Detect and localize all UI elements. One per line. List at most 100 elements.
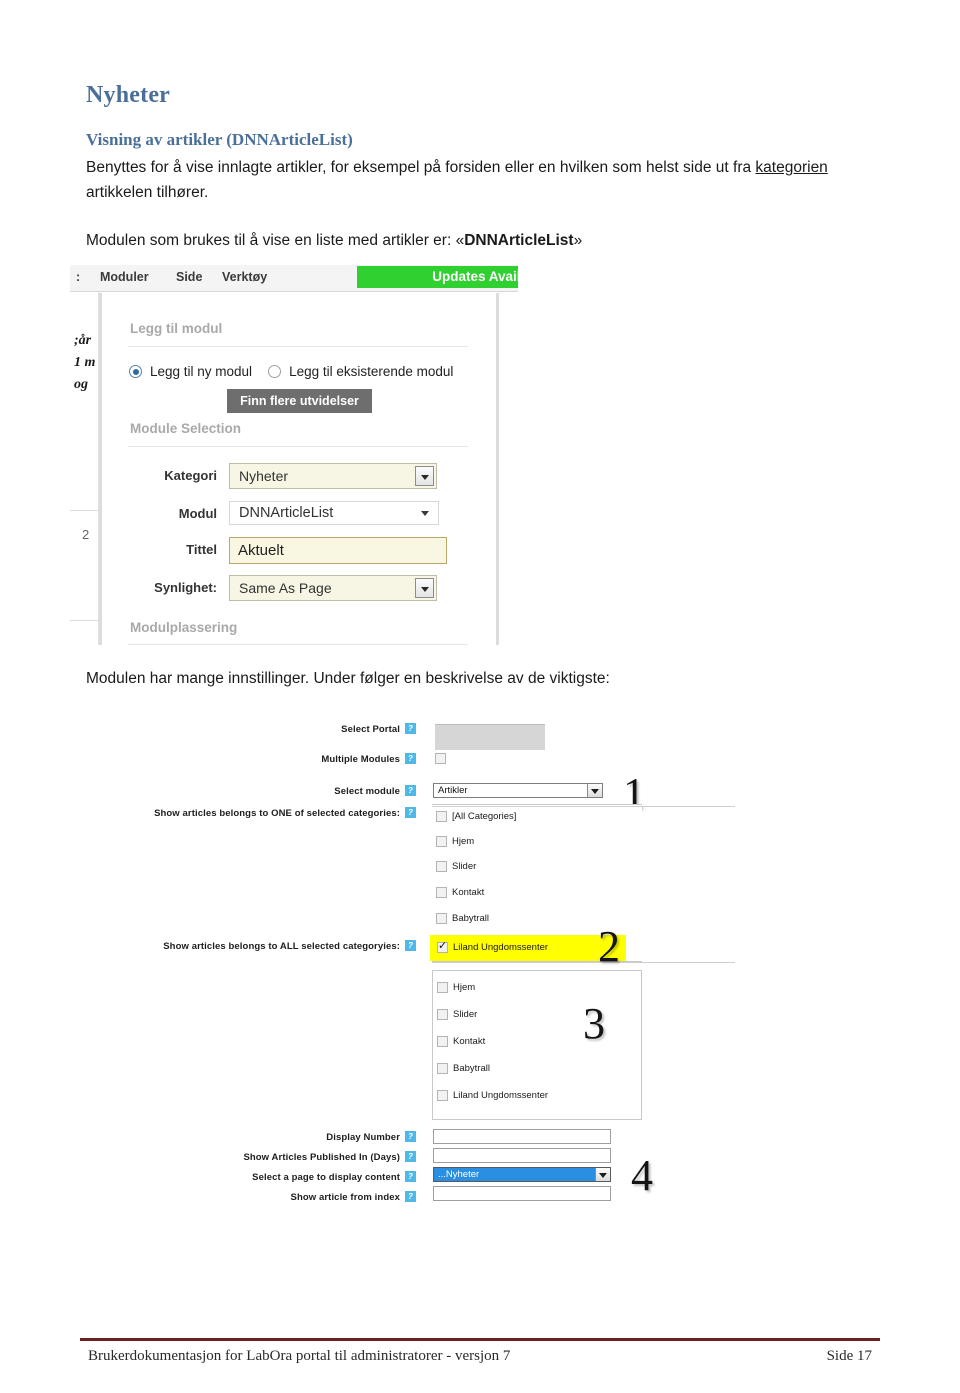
radio-new-module[interactable] <box>129 365 142 378</box>
checkbox-hjem[interactable] <box>436 836 447 847</box>
list-item-label: Slider <box>453 1009 478 1020</box>
updates-available-banner[interactable]: Updates Availa <box>357 266 518 288</box>
menu-item-side[interactable]: Side <box>176 270 202 284</box>
annotation-number-3: 3 <box>583 999 605 1048</box>
field-kategori: Kategori Nyheter <box>102 463 472 489</box>
list-item[interactable]: Kontakt <box>433 1033 643 1051</box>
paragraph-intro-link[interactable]: kategorien <box>755 159 827 176</box>
chevron-down-icon[interactable] <box>587 784 602 797</box>
add-module-dialog: Legg til modul Legg til ny modul Legg til… <box>99 293 499 645</box>
list-item-label: Hjem <box>452 836 475 847</box>
paragraph-module-part2: » <box>573 232 583 249</box>
label-multiple-modules: Multiple Modules <box>321 754 400 765</box>
modul-select-value: DNNArticleList <box>239 505 334 521</box>
find-extensions-button[interactable]: Finn flere utvidelser <box>227 389 372 413</box>
field-modul-label: Modul <box>178 506 217 521</box>
label-show-article-from-index: Show article from index <box>290 1192 400 1203</box>
chevron-down-icon[interactable] <box>415 466 434 486</box>
kategori-select-value: Nyheter <box>239 468 289 484</box>
multiple-modules-checkbox[interactable] <box>435 753 446 764</box>
paragraph-settings-intro: Modulen har mange innstillinger. Under f… <box>86 670 610 687</box>
checkbox-babytrall[interactable] <box>436 913 447 924</box>
field-modul: Modul DNNArticleList <box>102 501 472 527</box>
dialog-section-add-module: Legg til modul <box>130 321 223 336</box>
help-icon-multiple-modules[interactable]: ? <box>405 753 416 764</box>
menu-item-moduler[interactable]: Moduler <box>100 270 149 284</box>
show-article-from-index-input[interactable] <box>433 1186 611 1201</box>
chevron-down-icon[interactable] <box>595 1168 610 1181</box>
help-icon-all-categories[interactable]: ? <box>405 940 416 951</box>
list-item[interactable]: [All Categories] <box>432 808 642 826</box>
list-item-label: [All Categories] <box>452 811 517 822</box>
kategori-select[interactable]: Nyheter <box>229 463 437 489</box>
dialog-divider-2 <box>128 446 468 447</box>
list-item-label: Liland Ungdomssenter <box>453 1090 549 1101</box>
background-text-2: 1 m <box>74 355 96 370</box>
tittel-input[interactable]: Aktuelt <box>229 537 447 564</box>
modul-select[interactable]: DNNArticleList <box>229 501 439 525</box>
admin-menubar: : Moduler Side Verktøy Updates Availa <box>70 265 518 292</box>
list-item-label: Babytrall <box>453 1063 490 1074</box>
settings-rule-1 <box>432 806 735 807</box>
checkbox-all-categories[interactable] <box>436 811 447 822</box>
list-item-label: Kontakt <box>452 887 485 898</box>
field-tittel: Tittel Aktuelt <box>102 537 472 564</box>
list-item[interactable]: Slider <box>432 858 642 876</box>
list-item-label: Slider <box>452 861 477 872</box>
checkbox-kontakt[interactable] <box>436 887 447 898</box>
list-item[interactable]: Liland Ungdomssenter <box>433 1087 643 1105</box>
help-icon-select-module[interactable]: ? <box>405 785 416 796</box>
page-title: Nyheter <box>86 82 171 108</box>
list-item[interactable]: Kontakt <box>432 884 642 902</box>
select-page-combo[interactable]: ...Nyheter <box>433 1167 611 1182</box>
list-item-label: Kontakt <box>453 1036 486 1047</box>
paragraph-intro: Benyttes for å vise innlagte artikler, f… <box>86 155 886 205</box>
display-number-input[interactable] <box>433 1129 611 1144</box>
dialog-divider-1 <box>128 346 468 347</box>
checkbox-all-slider[interactable] <box>437 1009 448 1020</box>
list-item[interactable]: Hjem <box>432 833 642 851</box>
checkbox-liland-ungdomssenter[interactable] <box>437 940 448 953</box>
checkbox-all-liland[interactable] <box>437 1090 448 1101</box>
menu-item-verktoy[interactable]: Verktøy <box>222 270 267 284</box>
categories-all-listbox[interactable]: Hjem Slider Kontakt Babytrall Liland Ung… <box>432 970 642 1120</box>
select-portal-field[interactable] <box>435 724 545 750</box>
paragraph-intro-part1: Benyttes for å vise innlagte artikler, f… <box>86 159 756 176</box>
synlighet-select[interactable]: Same As Page <box>229 575 437 601</box>
checkbox-slider[interactable] <box>436 861 447 872</box>
checkbox-all-hjem[interactable] <box>437 982 448 993</box>
help-icon-show-article-from-index[interactable]: ? <box>405 1191 416 1202</box>
chevron-down-icon[interactable] <box>421 511 429 516</box>
list-item[interactable]: Slider <box>433 1006 643 1024</box>
menubar-colon: : <box>76 270 81 284</box>
paragraph-module-name: Modulen som brukes til å vise en liste m… <box>86 228 886 253</box>
field-synlighet: Synlighet: Same As Page <box>102 575 472 601</box>
select-module-value: Artikler <box>438 785 468 796</box>
dialog-divider-3 <box>128 644 468 645</box>
help-icon-display-number[interactable]: ? <box>405 1131 416 1142</box>
list-item[interactable]: Babytrall <box>433 1060 643 1078</box>
module-source-radio-group: Legg til ny modul Legg til eksisterende m… <box>129 363 489 383</box>
radio-existing-module[interactable] <box>268 365 282 378</box>
footer-rule <box>80 1338 880 1341</box>
help-icon-select-portal[interactable]: ? <box>405 723 416 734</box>
paragraph-intro-part2: artikkelen tilhører. <box>86 184 209 201</box>
help-icon-select-page[interactable]: ? <box>405 1171 416 1182</box>
help-icon-one-of-categories[interactable]: ? <box>405 807 416 818</box>
list-item-highlighted[interactable]: Liland Ungdomssenter <box>430 935 626 961</box>
label-select-page: Select a page to display content <box>252 1172 400 1183</box>
field-kategori-label: Kategori <box>164 468 217 483</box>
select-module-combo[interactable]: Artikler <box>433 783 603 798</box>
chevron-down-icon[interactable] <box>415 578 434 598</box>
checkbox-all-babytrall[interactable] <box>437 1063 448 1074</box>
checkbox-all-kontakt[interactable] <box>437 1036 448 1047</box>
field-synlighet-label: Synlighet: <box>154 580 217 595</box>
settings-rule-2 <box>432 962 735 963</box>
list-item[interactable]: Hjem <box>433 979 643 997</box>
help-icon-show-articles-published[interactable]: ? <box>405 1151 416 1162</box>
show-articles-published-input[interactable] <box>433 1148 611 1163</box>
screenshot-add-module: : Moduler Side Verktøy Updates Availa ;å… <box>70 265 518 645</box>
label-select-portal: Select Portal <box>341 724 400 735</box>
dialog-section-module-placement: Modulplassering <box>130 620 238 635</box>
dialog-section-module-selection: Module Selection <box>130 421 242 436</box>
